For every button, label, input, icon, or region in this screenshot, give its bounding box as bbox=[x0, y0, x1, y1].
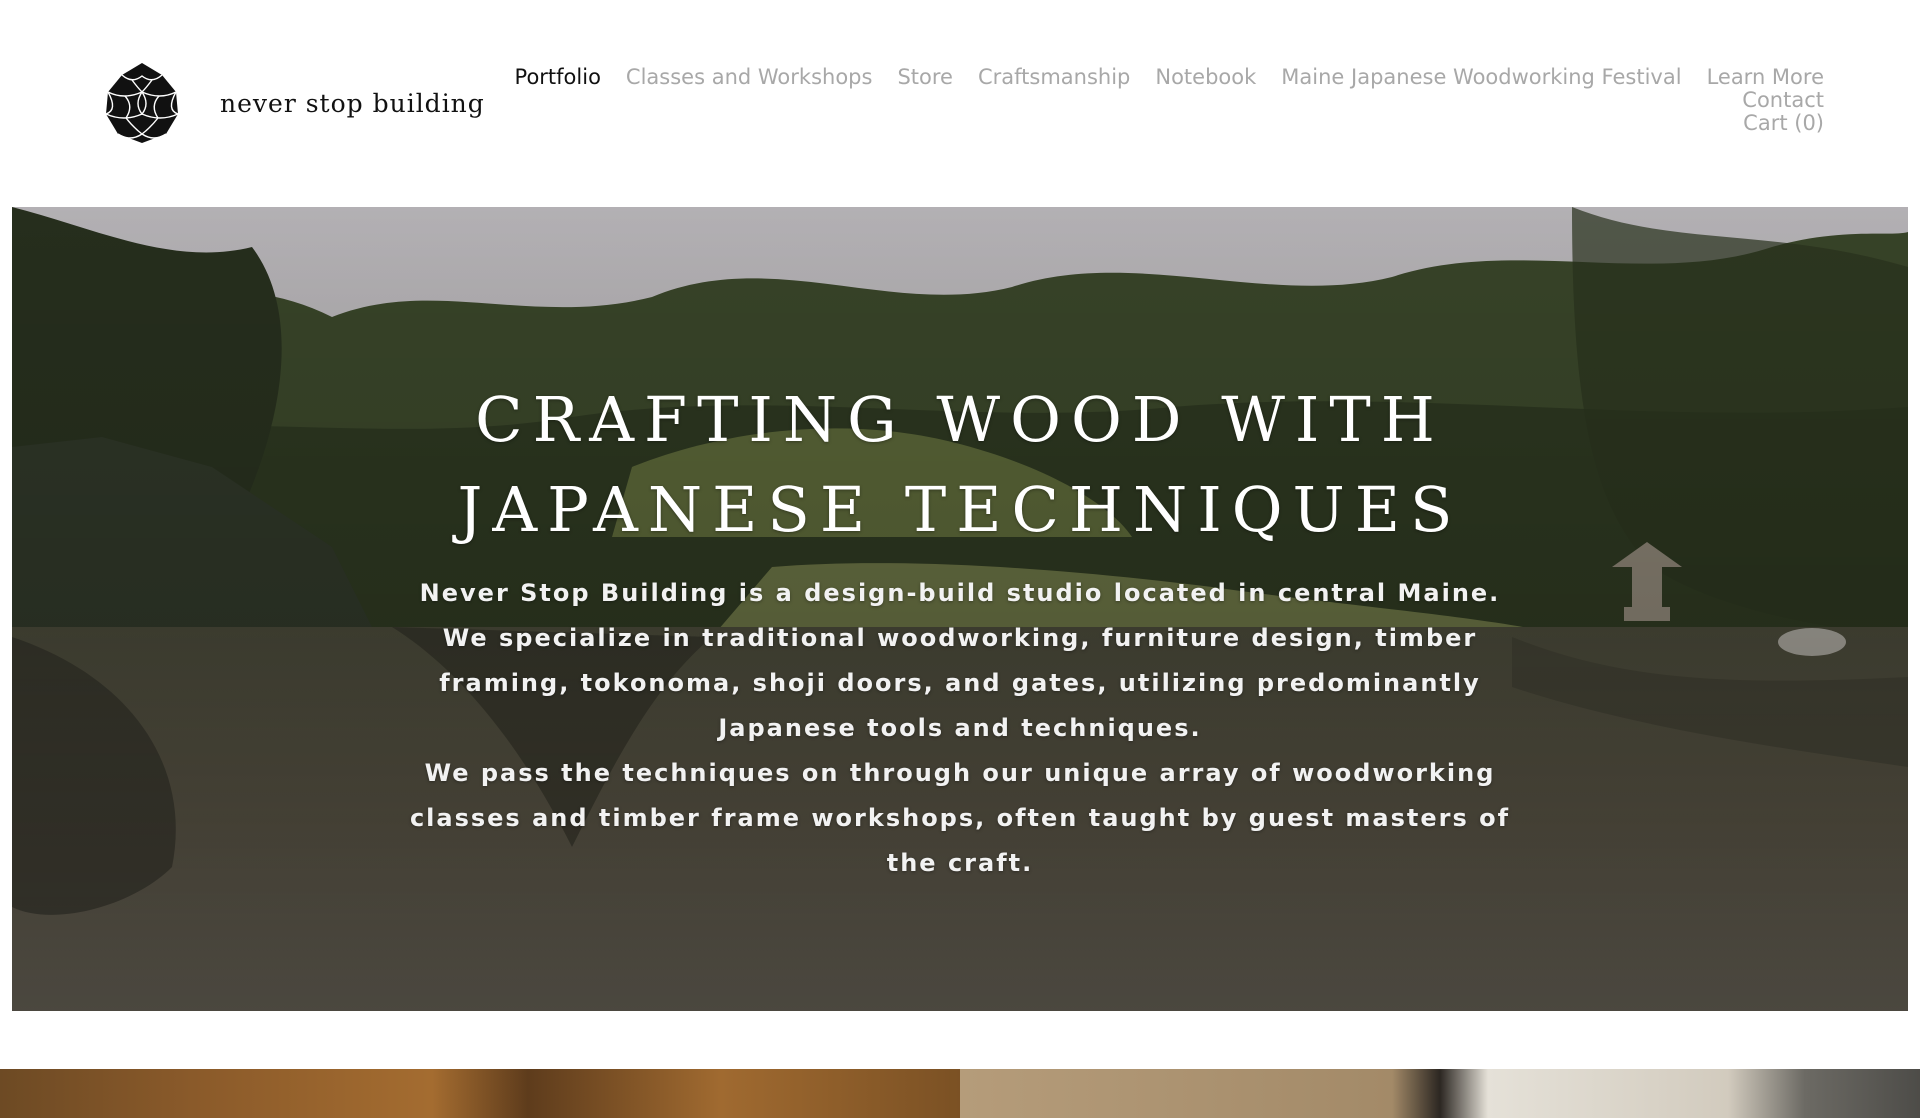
main-nav: Portfolio Classes and Workshops Store Cr… bbox=[515, 66, 1824, 135]
nav-item-contact[interactable]: Contact bbox=[515, 89, 1824, 112]
nav-item-craftsmanship[interactable]: Craftsmanship bbox=[978, 66, 1130, 89]
nav-item-classes-and-workshops[interactable]: Classes and Workshops bbox=[626, 66, 873, 89]
nav-item-learn-more[interactable]: Learn More bbox=[1707, 66, 1824, 89]
nav-item-store[interactable]: Store bbox=[897, 66, 953, 89]
site-title[interactable]: never stop building bbox=[220, 89, 485, 118]
nav-item-maine-japanese-woodworking-festival[interactable]: Maine Japanese Woodworking Festival bbox=[1281, 66, 1681, 89]
pinecone-logo-icon bbox=[105, 63, 179, 143]
hero-banner: CRAFTING WOOD WITH JAPANESE TECHNIQUES N… bbox=[12, 207, 1908, 1011]
logo-link[interactable]: never stop building bbox=[104, 62, 485, 144]
gallery-tile-interior-image[interactable] bbox=[960, 1069, 1920, 1118]
hero-paragraph-2: We pass the techniques on through our un… bbox=[409, 759, 1511, 877]
hero-content: CRAFTING WOOD WITH JAPANESE TECHNIQUES N… bbox=[12, 207, 1908, 1011]
hero-title: CRAFTING WOOD WITH JAPANESE TECHNIQUES bbox=[457, 383, 1463, 546]
gallery-preview-strip bbox=[0, 1069, 1920, 1118]
nav-item-notebook[interactable]: Notebook bbox=[1155, 66, 1256, 89]
nav-item-portfolio[interactable]: Portfolio bbox=[515, 66, 601, 89]
site-header: never stop building Portfolio Classes an… bbox=[0, 0, 1920, 207]
hero-paragraph-1: Never Stop Building is a design-build st… bbox=[419, 579, 1501, 742]
hero-description: Never Stop Building is a design-build st… bbox=[392, 571, 1528, 886]
nav-primary-row: Portfolio Classes and Workshops Store Cr… bbox=[515, 66, 1824, 89]
nav-secondary-stack: Contact Cart (0) bbox=[515, 89, 1824, 135]
gallery-tile-woodwork-image[interactable] bbox=[0, 1069, 960, 1118]
nav-item-cart[interactable]: Cart (0) bbox=[515, 112, 1824, 135]
